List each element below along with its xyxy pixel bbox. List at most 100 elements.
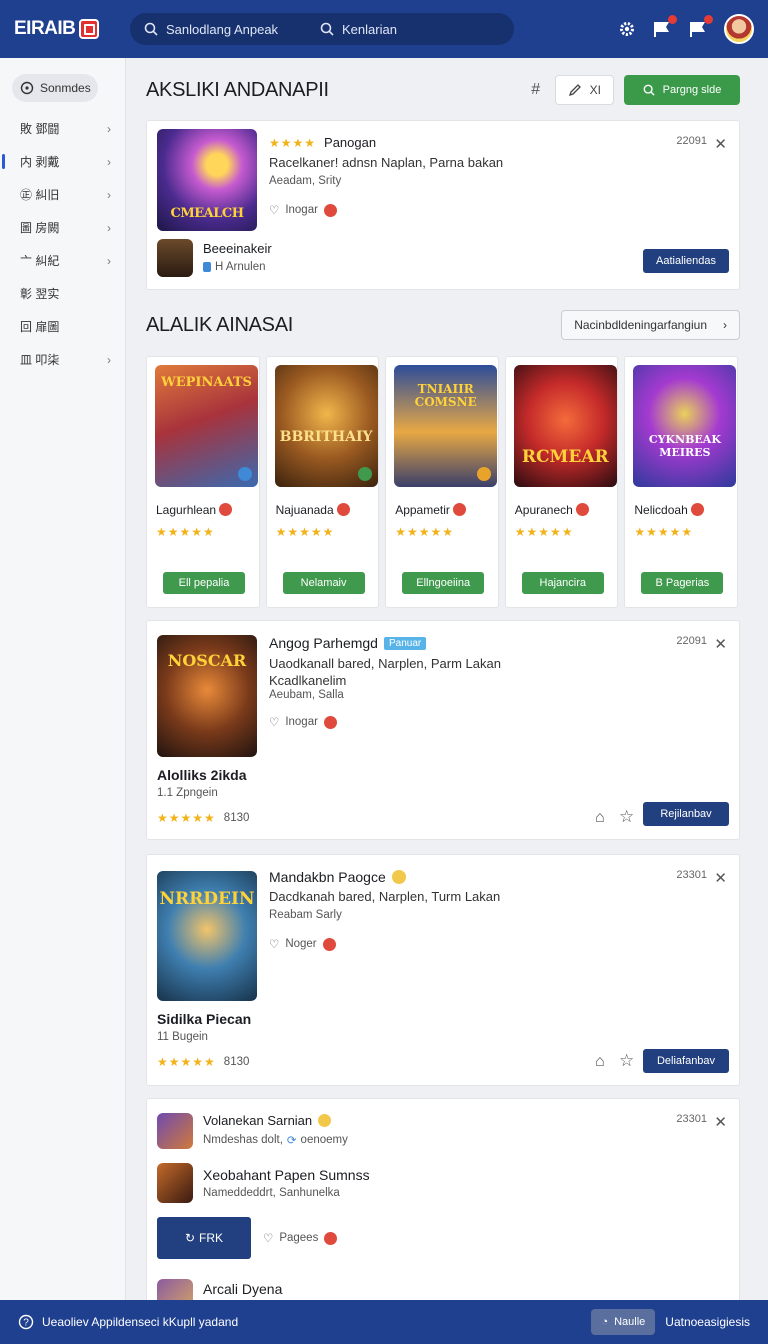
app-logo[interactable]: EIRAIB xyxy=(14,18,130,40)
footer-button-label: Naulle xyxy=(614,1316,646,1328)
help-icon[interactable]: ? xyxy=(18,1314,34,1330)
game-thumbnail[interactable]: RCMEAR xyxy=(513,365,617,487)
pages-chip[interactable]: ♡ Pagees xyxy=(263,1231,338,1245)
game-thumb-title: RCMEAR xyxy=(521,447,609,467)
featured-thumbnail[interactable]: CMEALCH xyxy=(157,129,257,231)
game-action-button[interactable]: Ellngoeiina xyxy=(402,572,485,594)
compact-title-3: Arcali Dyena xyxy=(203,1281,283,1297)
home-icon[interactable]: ⌂ xyxy=(595,1053,605,1071)
main-content: AKSLIKI ANDANAPII # XI Pargng slde CMEAL… xyxy=(146,58,740,1307)
game-action-button[interactable]: B Pagerias xyxy=(641,572,724,594)
sidebar-item-6[interactable]: 彰 翌实 xyxy=(0,277,125,310)
card-status: ♡ Inogar xyxy=(269,715,337,729)
game-name: Appametir xyxy=(395,503,467,517)
alert-badge-icon xyxy=(324,1231,338,1245)
home-icon[interactable]: ⌂ xyxy=(595,809,605,827)
sidebar-top-pill[interactable]: Sonmdes xyxy=(12,74,98,102)
compact-sub-1-label: Nmdeshas dolt, xyxy=(203,1134,283,1146)
game-card[interactable]: WEPINAATS Lagurhlean ★★★★★ Ell pepalia xyxy=(146,356,260,608)
alert-dot xyxy=(704,15,713,24)
alert-badge-icon xyxy=(453,503,467,516)
thumbnail-title: NOSCAR xyxy=(167,651,247,670)
search-input-primary[interactable] xyxy=(166,21,306,37)
sidebar-item-8[interactable]: 皿 叩柒 › xyxy=(0,343,125,376)
game-card[interactable]: BBRITHAIY Najuanada ★★★★★ Nelamaiv xyxy=(265,356,380,608)
sidebar-item-label: 彰 翌实 xyxy=(20,287,60,301)
list-action-button[interactable]: Deliafanbav xyxy=(643,1049,729,1073)
sidebar-item-label: 敗 鄧闘 xyxy=(20,122,60,136)
footer-button[interactable]: ◔ Naulle xyxy=(591,1309,656,1335)
chevron-right-icon: › xyxy=(107,155,111,169)
sidebar-item-2[interactable]: 内 剥戴 › xyxy=(0,145,125,178)
footer-right-link[interactable]: Uatnoeasigiesis xyxy=(665,1315,750,1329)
sidebar-item-5[interactable]: 亠 糾紀 › xyxy=(0,244,125,277)
close-icon[interactable]: ✕ xyxy=(714,869,727,887)
grid-icon[interactable]: # xyxy=(527,81,545,99)
bottom-status-bar: ? Ueaoliev Appildenseci kKupll yadand ◔ N… xyxy=(0,1300,768,1344)
card-subtitle: Aeadam, Srity xyxy=(269,175,342,187)
search-input-secondary[interactable] xyxy=(342,21,482,37)
primary-action-button[interactable]: ↻ FRK xyxy=(157,1217,251,1259)
user-avatar[interactable] xyxy=(724,14,754,44)
flag-alert-icon[interactable] xyxy=(688,15,713,40)
star-outline-icon[interactable]: ☆ xyxy=(619,1051,634,1071)
sidebar-item-4[interactable]: 圖 房闕 › xyxy=(0,211,125,244)
card-id: 23301 xyxy=(676,869,707,881)
flag-notification-icon[interactable] xyxy=(652,15,677,40)
game-action-button[interactable]: Hajancira xyxy=(521,572,604,594)
heart-icon[interactable]: ♡ xyxy=(269,203,279,217)
sidebar-item-7[interactable]: 回 扉圖 xyxy=(0,310,125,343)
game-card[interactable]: TNIAIIR COMSNE Appametir ★★★★★ Ellngoeii… xyxy=(385,356,499,608)
card-title: Panogan xyxy=(324,135,377,150)
card-id: 22091 xyxy=(676,135,707,147)
close-icon[interactable]: ✕ xyxy=(714,635,727,653)
see-all-button[interactable]: Nacinbdldeningarfangiun › xyxy=(561,310,740,340)
game-card[interactable]: RCMEAR Apuranech ★★★★★ Hajancira xyxy=(504,356,619,608)
platform-badge-icon xyxy=(238,467,252,481)
alert-badge-icon xyxy=(323,203,337,217)
list-card: NRRDEIN Mandakbn Paogce Dacdkanah bared,… xyxy=(146,854,740,1086)
search-green-button[interactable]: Pargng slde xyxy=(624,75,740,105)
featured-card: CMEALCH ★★★★ Panogan Racelkaner! adnsn N… xyxy=(146,120,740,290)
card-description: Dacdkanah bared, Narplen, Turm Lakan xyxy=(269,889,501,904)
compact-thumb-2[interactable] xyxy=(157,1163,193,1203)
see-all-label: Nacinbdldeningarfangiun xyxy=(574,318,707,332)
heart-icon[interactable]: ♡ xyxy=(269,937,279,951)
list-thumbnail[interactable]: NRRDEIN xyxy=(157,871,257,1001)
game-name: Apuranech xyxy=(515,503,590,517)
star-outline-icon[interactable]: ☆ xyxy=(619,807,634,827)
heart-icon[interactable]: ♡ xyxy=(269,715,279,729)
card-status: ♡ Inogar xyxy=(269,203,337,217)
edit-chip-button[interactable]: XI xyxy=(554,75,614,105)
sidebar-item-1[interactable]: 敗 鄧闘 › xyxy=(0,112,125,145)
child-thumbnail[interactable] xyxy=(157,239,193,277)
featured-action-button[interactable]: Aatialiendas xyxy=(643,249,729,273)
list-action-button[interactable]: Rejilanbav xyxy=(643,802,729,826)
status-label: Inogar xyxy=(285,716,318,728)
close-icon[interactable]: ✕ xyxy=(714,1113,727,1131)
game-thumbnail[interactable]: TNIAIIR COMSNE xyxy=(394,365,498,487)
game-thumbnail[interactable]: WEPINAATS xyxy=(155,365,258,487)
list-thumbnail[interactable]: NOSCAR xyxy=(157,635,257,757)
card-subtitle-2: Aeubam, Salla xyxy=(269,689,344,701)
game-thumbnail[interactable]: CYKNBEAK MEIRES xyxy=(633,365,737,487)
rating-stars: ★★★★★ xyxy=(634,525,694,539)
emoji-icon xyxy=(391,870,406,884)
sidebar-item-3[interactable]: ㊣ 糾旧 › xyxy=(0,178,125,211)
chevron-right-icon: › xyxy=(107,254,111,268)
list-card: NOSCAR Angog Parhemgd Panuar Uaodkanall … xyxy=(146,620,740,840)
games-row: WEPINAATS Lagurhlean ★★★★★ Ell pepalia B… xyxy=(146,356,740,608)
close-icon[interactable]: ✕ xyxy=(714,135,727,153)
game-action-button[interactable]: Nelamaiv xyxy=(282,572,365,594)
svg-text:?: ? xyxy=(23,1318,29,1329)
logo-badge-icon xyxy=(79,19,100,39)
compact-thumb-1[interactable] xyxy=(157,1113,193,1149)
gear-icon[interactable] xyxy=(616,18,638,40)
game-thumbnail[interactable]: BBRITHAIY xyxy=(274,365,378,487)
game-action-button[interactable]: Ell pepalia xyxy=(163,572,245,594)
chevron-right-icon: › xyxy=(107,353,111,367)
search-icon xyxy=(144,22,158,36)
platform-badge-icon xyxy=(477,467,492,481)
card-id: 22091 xyxy=(676,635,707,647)
game-card[interactable]: CYKNBEAK MEIRES Nelicdoah ★★★★★ B Pageri… xyxy=(624,356,738,608)
